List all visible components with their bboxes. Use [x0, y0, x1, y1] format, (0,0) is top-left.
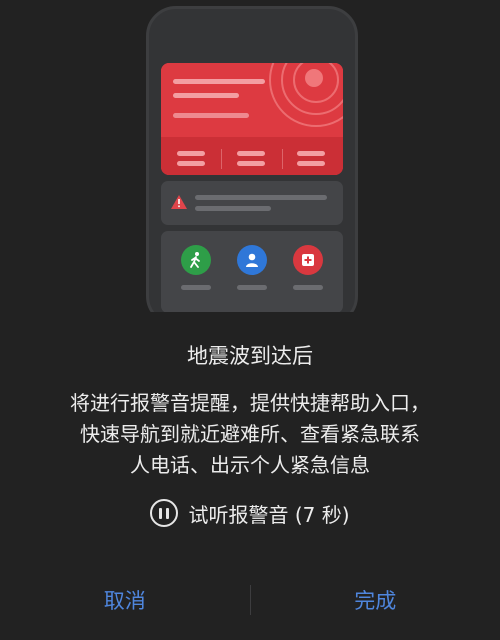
medical-cross-icon [293, 245, 323, 275]
preview-alarm-label: 试听报警音 (7 秒) [188, 502, 350, 527]
dialog-description: 将进行报警音提醒，提供快捷帮助入口， 快速导航到就近避难所、查看紧急联系 人电话… [20, 388, 480, 481]
cancel-button[interactable]: 取消 [0, 572, 250, 628]
preview-alarm-button[interactable]: 试听报警音 (7 秒) [0, 496, 500, 530]
phone-illustration [146, 6, 358, 326]
walking-person-icon [181, 245, 211, 275]
dialog-title: 地震波到达后 [187, 344, 313, 368]
warning-card-illustration [161, 181, 343, 225]
quick-actions-illustration [161, 231, 343, 313]
description-line: 人电话、出示个人紧急信息 [130, 453, 370, 477]
description-line: 将进行报警音提醒，提供快捷帮助入口， [70, 391, 430, 415]
pause-circle-icon[interactable] [150, 499, 179, 527]
done-button[interactable]: 完成 [251, 572, 500, 628]
alert-card-illustration [161, 63, 343, 175]
description-line: 快速导航到就近避难所、查看紧急联系 [80, 422, 420, 446]
dialog-button-row: 取消 完成 [0, 572, 500, 628]
warning-triangle-icon [171, 195, 187, 209]
earthquake-alert-dialog: 地震波到达后 将进行报警音提醒，提供快捷帮助入口， 快速导航到就近避难所、查看紧… [0, 0, 500, 640]
contact-person-icon [237, 245, 267, 275]
